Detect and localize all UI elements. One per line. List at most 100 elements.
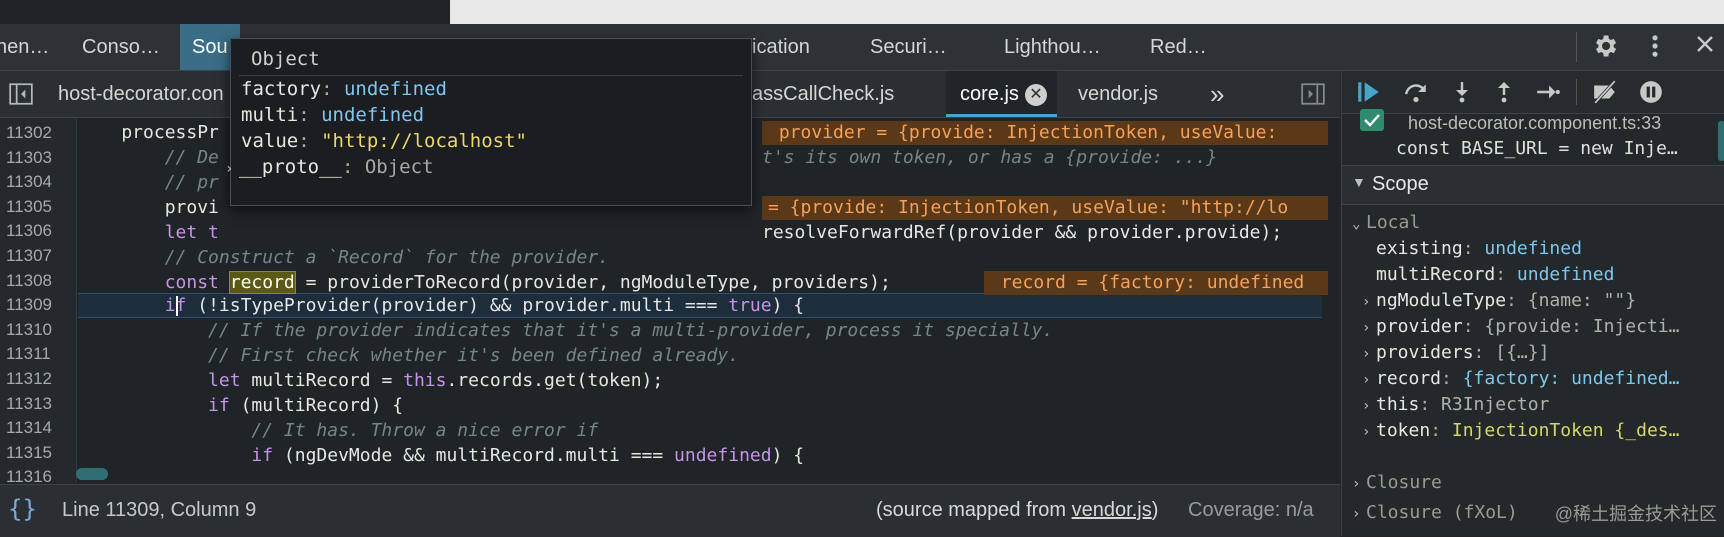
tab-application[interactable]: ication [752,24,810,70]
tooltip-row-multi: multi: undefined [241,104,425,126]
scope-closure[interactable]: › Closure [1352,469,1724,497]
toggle-navigator-icon[interactable] [8,81,34,107]
horizontal-scrollbar-thumb[interactable] [76,468,108,480]
keyword: true [728,295,772,316]
scope-var-multirecord[interactable]: multiRecord: undefined [1376,261,1724,289]
line-number[interactable]: 11308 [6,268,70,293]
var-value: undefined [1516,264,1615,285]
line-number[interactable]: 11305 [6,194,70,219]
line-number[interactable]: 11314 [6,415,70,440]
chevron-right-icon: › [225,161,234,177]
step-out-icon[interactable] [1492,79,1516,110]
var-name: this [1376,394,1420,415]
pause-on-exceptions-icon[interactable] [1638,79,1664,110]
line-number[interactable]: 11309 [6,292,70,317]
var-name: record [1376,368,1442,389]
tooltip-row-value: value: "http://localhost" [241,130,527,152]
scope-var-this[interactable]: › this: R3Injector [1362,391,1724,419]
code-line: // De [78,145,219,170]
code-text: = providerToRecord(provider, ngModuleTyp… [294,272,891,293]
cursor-position: Line 11309, Column 9 [62,499,257,521]
hovered-token-record[interactable]: record [228,271,296,294]
file-tab-host-decorator[interactable]: host-decorator.con [58,71,224,117]
code-line: processPr [78,120,219,145]
line-number[interactable]: 11302 [6,120,70,145]
prop-key: value [241,130,299,152]
scope-var-token[interactable]: › token: InjectionToken {_des… [1362,417,1724,445]
debugger-sidebar: host-decorator.component.ts:33 const BAS… [1341,71,1724,536]
var-value: {name: ""} [1527,290,1637,311]
step-icon[interactable] [1534,79,1562,110]
source-mapped-prefix: (source mapped from [876,499,1072,521]
more-tabs-icon[interactable]: » [1210,71,1224,117]
line-number[interactable]: 11307 [6,243,70,268]
var-name: existing [1376,238,1463,259]
line-number[interactable]: 11316 [6,464,70,489]
file-tab-classcallcheck[interactable]: assCallCheck.js [752,71,894,117]
var-value: [{…}] [1495,342,1550,363]
code-text: (multiRecord) { [229,395,404,416]
var-value: R3Injector [1441,394,1550,415]
scope-var-existing[interactable]: existing: undefined [1376,235,1724,263]
line-number[interactable]: 11303 [6,145,70,170]
var-value: undefined [1484,238,1582,259]
scope-closure-label: Closure [1366,472,1442,493]
code-text-tail: resolveForwardRef(provider && provider.p… [762,222,1283,243]
sidebar-scrollbar-thumb[interactable] [1718,121,1724,161]
scope-var-provider[interactable]: › provider: {provide: Injecti… [1362,313,1724,341]
breakpoint-checkbox[interactable] [1360,109,1384,131]
var-value: InjectionToken {_des… [1451,420,1680,441]
scope-closure-fxol-label: Closure (fXoL) [1366,502,1518,523]
tab-security[interactable]: Securi… [870,24,947,70]
line-number[interactable]: 11304 [6,169,70,194]
breakpoint-file[interactable]: host-decorator.component.ts:33 [1408,109,1724,137]
collapse-icon: ▼ [1352,174,1366,190]
step-into-icon[interactable] [1450,79,1474,110]
scope-var-record[interactable]: › record: {factory: undefined… [1362,365,1724,393]
toggle-debugger-icon[interactable] [1300,81,1326,107]
scope-var-ngmoduletype[interactable]: › ngModuleType: {name: ""} [1362,287,1724,315]
prop-value: Object [364,156,434,178]
code-text: (ngDevMode && multiRecord.multi === [273,445,675,466]
code-line: if (ngDevMode && multiRecord.multi === u… [78,443,804,468]
file-tab-vendor[interactable]: vendor.js [1078,71,1158,117]
tab-lighthouse[interactable]: Lighthou… [1004,24,1101,70]
line-number[interactable]: 11310 [6,317,70,342]
line-number[interactable]: 11313 [6,391,70,416]
code-comment-tail: t's its own token, or has a {provide: ..… [762,147,1218,168]
step-over-icon[interactable] [1402,79,1430,110]
object-preview-tooltip: Object factory: undefined multi: undefin… [225,38,752,206]
scope-section-header[interactable]: ▼ Scope [1342,165,1724,205]
deactivate-breakpoints-icon[interactable] [1590,79,1620,110]
code-comment: // pr [78,172,219,193]
scope-local[interactable]: ⌄ Local [1352,209,1724,237]
line-number[interactable]: 11312 [6,366,70,391]
code-line: const record = providerToRecord(provider… [78,270,891,295]
prop-value: undefined [321,104,425,126]
debugger-toolbar [1342,71,1724,114]
chevron-right-icon: › [1362,294,1371,310]
tabbar-divider [1576,32,1577,62]
line-number[interactable]: 11306 [6,218,70,243]
tooltip-row-proto[interactable]: › __proto__: Object [225,153,433,181]
scope-local-label: Local [1366,212,1421,233]
tab-components[interactable]: nen… [0,24,49,70]
pretty-print-icon[interactable]: {} [8,495,37,523]
toolbar-divider [1576,79,1577,105]
resume-icon[interactable] [1356,79,1382,110]
gear-icon[interactable] [1590,32,1620,62]
var-name: token [1376,420,1431,441]
source-mapped-link[interactable]: vendor.js [1072,499,1152,521]
watermark: @稀土掘金技术社区 [1554,504,1717,524]
tab-redux[interactable]: Red… [1150,24,1207,70]
kebab-menu-icon[interactable] [1640,32,1670,62]
line-number[interactable]: 11311 [6,341,70,366]
prop-value: "http://localhost" [321,130,527,152]
close-icon[interactable] [1690,32,1720,62]
code-text: ) { [771,445,805,466]
scope-var-providers[interactable]: › providers: [{…}] [1362,339,1724,367]
line-number[interactable]: 11315 [6,440,70,465]
tab-console[interactable]: Conso… [82,24,160,70]
close-icon[interactable]: ✕ [1024,83,1047,106]
file-tab-core[interactable]: core.js ✕ [946,71,1057,117]
